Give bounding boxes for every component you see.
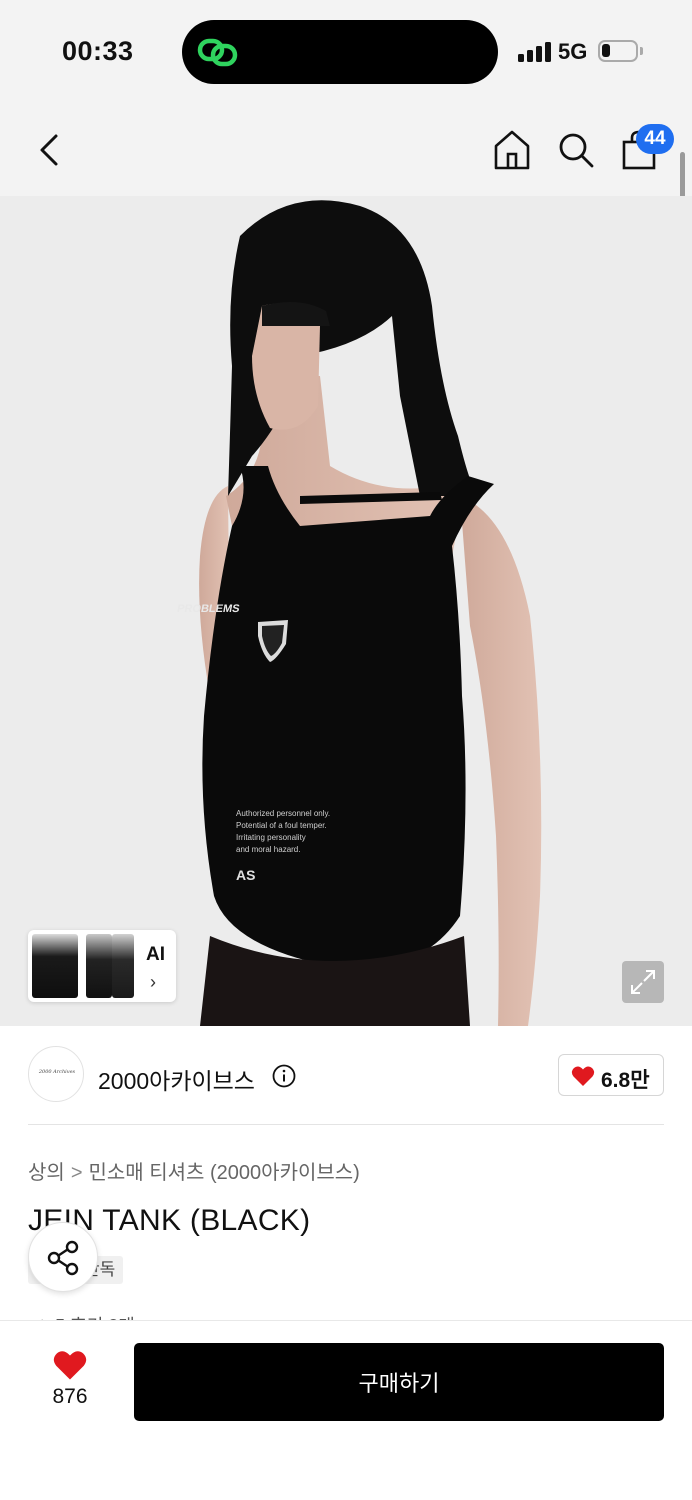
status-bar: 00:33 5G xyxy=(0,0,692,100)
share-button[interactable] xyxy=(28,1222,98,1292)
dynamic-island xyxy=(182,20,498,84)
heart-icon xyxy=(571,1066,595,1086)
svg-text:PROBLEMS: PROBLEMS xyxy=(176,603,240,615)
chevron-left-icon xyxy=(40,134,58,166)
search-icon xyxy=(559,133,594,168)
buy-button[interactable]: 구매하기 xyxy=(134,1343,664,1421)
breadcrumb-item-subcategory[interactable]: 민소매 티셔츠 (2000아카이브스) xyxy=(89,1162,360,1184)
thumbnail-image xyxy=(112,934,134,998)
home-button[interactable] xyxy=(492,128,532,172)
bottom-action-bar: 876 구매하기 xyxy=(0,1320,692,1500)
breadcrumb-separator: > xyxy=(70,1162,83,1184)
search-button[interactable] xyxy=(556,128,596,172)
brand-logo-text: 2000 Archives xyxy=(38,1069,76,1075)
svg-text:Irritating personality: Irritating personality xyxy=(236,833,306,842)
svg-text:AS: AS xyxy=(236,867,255,883)
product-image[interactable]: PROBLEMS Authorized personnel only. Pote… xyxy=(0,196,692,1026)
svg-text:Potential of a foul temper.: Potential of a foul temper. xyxy=(236,821,327,830)
divider xyxy=(28,1124,664,1125)
svg-text:and moral hazard.: and moral hazard. xyxy=(236,845,300,854)
ai-label: AI xyxy=(146,944,165,965)
brand-like-count: 6.8만 xyxy=(601,1069,650,1092)
battery-tip xyxy=(640,47,643,55)
expand-image-button[interactable] xyxy=(622,961,664,1003)
network-label: 5G xyxy=(558,39,588,64)
cart-count-badge: 44 xyxy=(636,124,674,154)
signal-strength-icon xyxy=(518,40,551,62)
info-icon[interactable] xyxy=(272,1064,296,1088)
svg-text:Authorized personnel only.: Authorized personnel only. xyxy=(236,809,330,818)
share-icon xyxy=(47,1240,79,1276)
brand-row: 2000 Archives 2000아카이브스 6.8만 xyxy=(0,1026,692,1126)
thumbnail-image xyxy=(32,934,78,998)
brand-like-button[interactable]: 6.8만 xyxy=(558,1054,664,1096)
thumbnail-image xyxy=(86,934,112,998)
link-chain-icon xyxy=(197,38,238,67)
battery-icon xyxy=(598,40,638,62)
breadcrumb-item-category[interactable]: 상의 xyxy=(28,1162,65,1184)
model-photo: PROBLEMS Authorized personnel only. Pote… xyxy=(0,196,692,1026)
back-button[interactable] xyxy=(32,130,68,170)
expand-arrows-icon xyxy=(631,970,655,994)
heart-icon xyxy=(53,1351,87,1380)
breadcrumb: 상의 > 민소매 티셔츠 (2000아카이브스) xyxy=(28,1156,360,1185)
brand-logo[interactable]: 2000 Archives xyxy=(28,1046,84,1102)
battery-level xyxy=(602,44,610,57)
brand-name[interactable]: 2000아카이브스 xyxy=(98,1062,255,1096)
status-time: 00:33 xyxy=(62,36,134,66)
home-icon xyxy=(494,130,530,170)
ai-thumbnail-strip[interactable]: AI › xyxy=(28,930,176,1002)
review-summary[interactable]: ★ 5 후기 2개 xyxy=(34,1312,164,1320)
favorite-count: 876 xyxy=(52,1385,88,1408)
chevron-right-icon: › xyxy=(150,972,156,992)
nav-bar xyxy=(0,100,692,196)
